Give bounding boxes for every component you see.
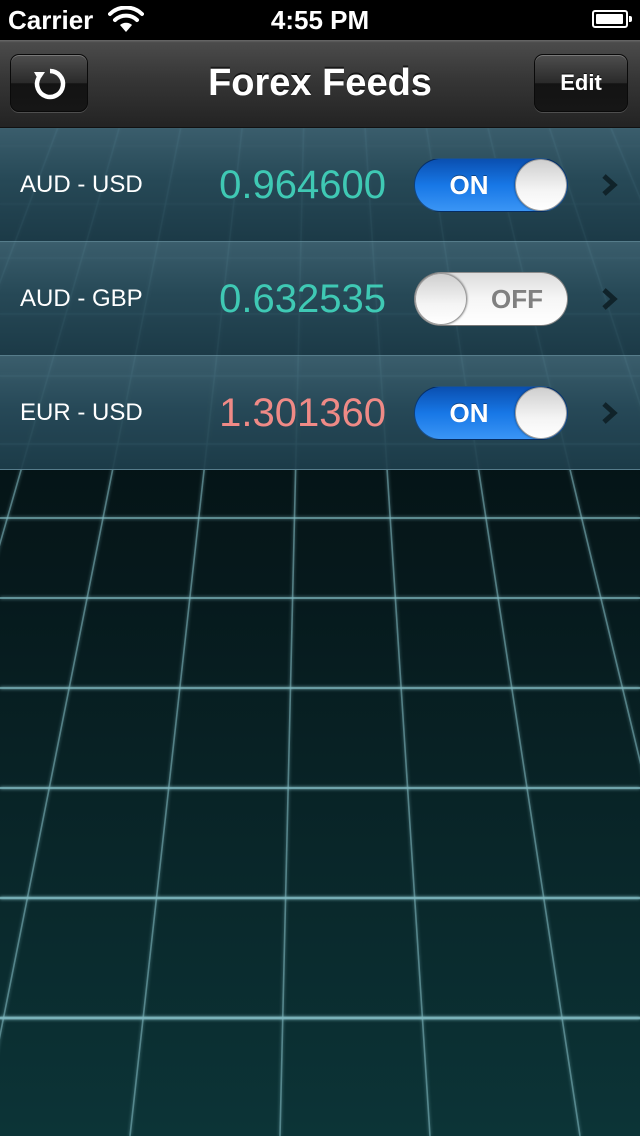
exchange-rate-value: 0.632535 xyxy=(219,277,386,321)
feed-row[interactable]: AUD - USD 0.964600 ON xyxy=(0,128,640,242)
exchange-rate-value: 1.301360 xyxy=(219,391,386,435)
battery-icon xyxy=(592,10,632,28)
toggle-knob xyxy=(515,159,567,211)
status-bar: Carrier 4:55 PM xyxy=(0,0,640,40)
toggle-knob xyxy=(515,387,567,439)
currency-pair-label: EUR - USD xyxy=(20,399,143,426)
feed-toggle[interactable]: ON xyxy=(414,386,568,440)
feed-row[interactable]: EUR - USD 1.301360 ON xyxy=(0,356,640,470)
chevron-right-icon[interactable] xyxy=(600,287,620,311)
feed-toggle[interactable]: ON xyxy=(414,158,568,212)
chevron-right-icon[interactable] xyxy=(600,401,620,425)
toggle-knob xyxy=(415,273,467,325)
feed-toggle[interactable]: OFF xyxy=(414,272,568,326)
status-time: 4:55 PM xyxy=(270,5,370,35)
edit-button[interactable]: Edit xyxy=(534,54,628,112)
feed-row[interactable]: AUD - GBP 0.632535 OFF xyxy=(0,242,640,356)
exchange-rate-value: 0.964600 xyxy=(219,163,386,207)
toggle-label: OFF xyxy=(491,284,543,314)
toggle-label: ON xyxy=(449,170,489,200)
chevron-right-icon[interactable] xyxy=(600,173,620,197)
feed-list: AUD - USD 0.964600 ON AUD - GBP 0.632535… xyxy=(0,128,640,470)
navigation-bar: Forex Feeds Edit xyxy=(0,40,640,128)
toggle-label: ON xyxy=(449,398,489,428)
refresh-button[interactable] xyxy=(10,54,88,112)
currency-pair-label: AUD - USD xyxy=(20,171,143,198)
refresh-icon xyxy=(34,68,66,100)
currency-pair-label: AUD - GBP xyxy=(20,285,143,312)
